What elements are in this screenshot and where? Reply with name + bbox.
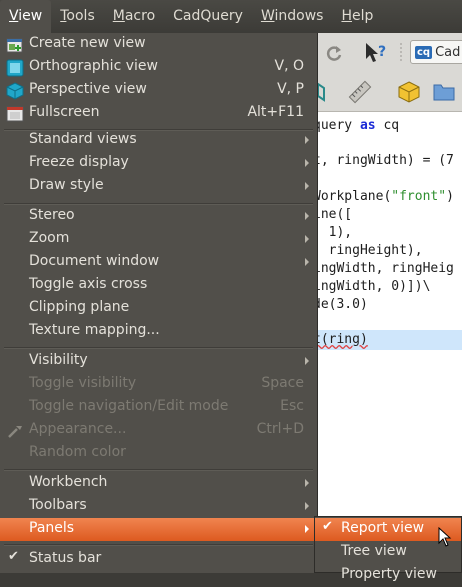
panels-item[interactable]: Panels [0, 518, 317, 541]
draw-style-item[interactable]: Draw style [0, 175, 317, 198]
svg-text:?: ? [378, 44, 386, 60]
toolbar-separator [398, 43, 404, 63]
view-menu: Create new view Orthographic view V, O P… [0, 33, 318, 573]
code-line: ine([ [318, 207, 353, 222]
shape-icon[interactable] [318, 80, 328, 104]
zoom-item[interactable]: Zoom [0, 228, 317, 251]
menu-cadquery[interactable]: CadQuery [164, 0, 252, 33]
code-line: de(3.0) [318, 297, 368, 312]
checkmark-icon: ✔ [322, 519, 333, 534]
redo-icon[interactable] [322, 41, 346, 65]
visibility-item[interactable]: Visibility [0, 350, 317, 373]
workbench-label: Cad [435, 44, 461, 60]
code-line: , 1), [318, 225, 353, 240]
fullscreen-icon [6, 105, 24, 123]
submenu-arrow-icon [305, 235, 309, 243]
random-color-item: Random color [29, 444, 126, 460]
perspective-view-item[interactable]: Perspective view V, P [0, 79, 317, 102]
create-new-view-item[interactable]: Create new view [0, 33, 317, 56]
submenu-arrow-icon [305, 479, 309, 487]
submenu-arrow-icon [305, 212, 309, 220]
menu-help[interactable]: Help [332, 0, 382, 33]
texture-mapping-item[interactable]: Texture mapping... [0, 320, 317, 343]
menu-separator [4, 347, 313, 349]
folder-icon[interactable] [432, 81, 456, 103]
appearance-brush-icon [6, 422, 24, 440]
document-window-item[interactable]: Document window [0, 251, 317, 274]
checkmark-icon: ✔ [8, 549, 19, 564]
submenu-arrow-icon [305, 525, 309, 533]
code-editor[interactable]: query as cq t, ringWidth) = (7 Workplane… [318, 112, 462, 573]
workbench-selector[interactable]: cq Cad [410, 40, 462, 64]
menu-separator [4, 469, 313, 471]
code-line: , ringHeight), [318, 243, 423, 258]
menu-windows[interactable]: Windows [252, 0, 333, 33]
menu-macro[interactable]: Macro [104, 0, 164, 33]
measure-icon[interactable] [348, 80, 372, 104]
submenu-arrow-icon [305, 258, 309, 266]
toolbars-item[interactable]: Toolbars [0, 495, 317, 518]
perspective-cube-icon [6, 82, 24, 100]
code-line: ingWidth, ringHeig [318, 261, 454, 276]
new-view-icon [6, 36, 24, 54]
submenu-arrow-icon [305, 502, 309, 510]
code-line: t(ring) [318, 332, 368, 347]
clipping-plane-item[interactable]: Clipping plane [0, 297, 317, 320]
submenu-arrow-icon [305, 136, 309, 144]
whats-this-icon[interactable]: ? [362, 39, 390, 67]
status-bar-item[interactable]: ✔ Status bar [0, 548, 317, 571]
freeze-display-item[interactable]: Freeze display [0, 152, 317, 175]
appearance-item: Appearance... Ctrl+D [0, 419, 317, 442]
view-toolbar [318, 73, 462, 112]
submenu-arrow-icon [305, 357, 309, 365]
part-box-icon[interactable] [396, 79, 422, 105]
menu-view[interactable]: View [0, 0, 52, 33]
orthographic-cube-icon [6, 59, 24, 77]
code-line: query as cq [318, 118, 400, 133]
fullscreen-item[interactable]: Fullscreen Alt+F11 [0, 102, 317, 125]
code-line: ingWidth, 0)])\ [318, 279, 431, 294]
stereo-item[interactable]: Stereo [0, 205, 317, 228]
menubar: View Tools Macro CadQuery Windows Help [0, 0, 462, 33]
code-line: t, ringWidth) = (7 [318, 153, 454, 168]
code-line: Workplane("front") [318, 189, 454, 204]
toggle-visibility-item: Toggle visibility Space [29, 375, 304, 391]
menu-tools[interactable]: Tools [51, 0, 104, 33]
toggle-axis-cross-item[interactable]: Toggle axis cross [0, 274, 317, 297]
property-view-item[interactable]: Property view [315, 564, 461, 587]
submenu-arrow-icon [305, 159, 309, 167]
orthographic-view-item[interactable]: Orthographic view V, O [0, 56, 317, 79]
standard-views-item[interactable]: Standard views [0, 129, 317, 152]
workbench-item[interactable]: Workbench [0, 472, 317, 495]
menu-separator [4, 544, 313, 546]
toggle-navigation-item: Toggle navigation/Edit mode Esc [29, 398, 304, 414]
submenu-arrow-icon [305, 182, 309, 190]
cadquery-icon: cq [415, 45, 433, 59]
mouse-cursor-icon [438, 526, 452, 547]
